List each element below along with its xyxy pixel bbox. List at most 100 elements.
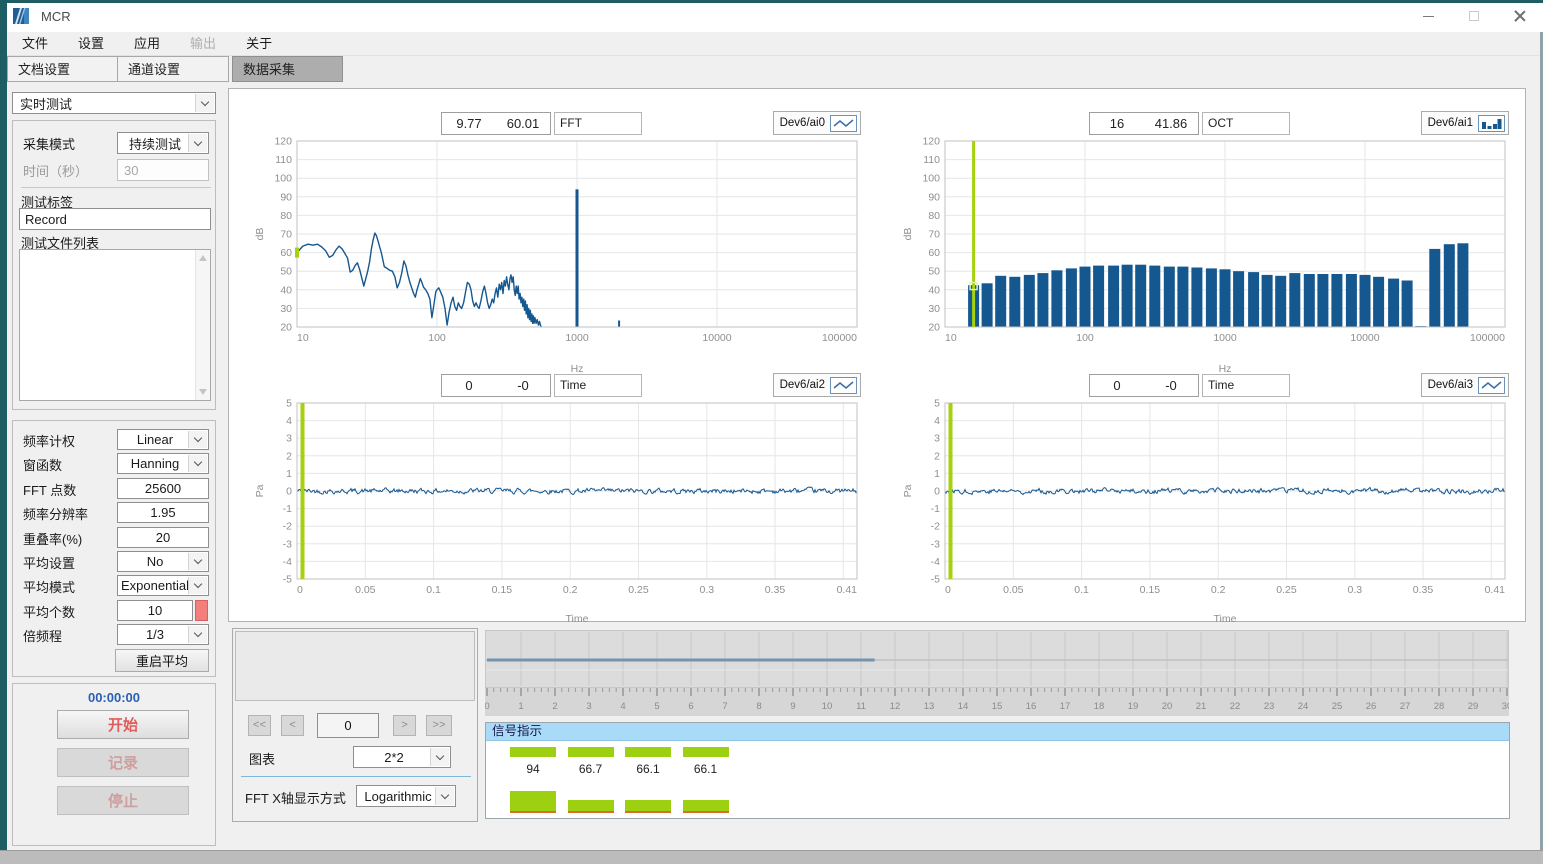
restart-average-button[interactable]: 重启平均 <box>115 649 209 672</box>
signal-value-1: 66.7 <box>568 762 614 776</box>
svg-text:8: 8 <box>756 701 761 712</box>
signal-level-bar-top-0 <box>510 747 556 757</box>
setting-select-5[interactable]: No <box>117 551 209 572</box>
chart-header: 1641.86OCTDev6/ai1 <box>877 111 1525 135</box>
setting-row-2: FFT 点数 <box>13 477 215 501</box>
prev-page-button[interactable]: < <box>281 715 304 736</box>
start-button[interactable]: 开始 <box>57 710 189 739</box>
tab-0[interactable]: 文档设置 <box>7 56 118 82</box>
svg-text:2: 2 <box>934 450 940 462</box>
svg-text:17: 17 <box>1060 701 1071 712</box>
oct-chart-plot[interactable]: 2030405060708090100110120101001000100001… <box>897 135 1523 377</box>
channel-selector-button[interactable]: Dev6/ai1 <box>1421 111 1509 135</box>
maximize-button[interactable] <box>1451 0 1497 32</box>
acquisition-mode-value: 持续测试 <box>129 134 197 153</box>
signal-clip-baseline-0 <box>510 811 556 813</box>
acquisition-mode-select[interactable]: 持续测试 <box>117 132 209 154</box>
fft-chart-plot[interactable]: 2030405060708090100110120101001000100001… <box>249 135 875 377</box>
setting-select-0[interactable]: Linear <box>117 429 209 450</box>
minimize-button[interactable] <box>1405 0 1451 32</box>
svg-text:-1: -1 <box>283 503 292 515</box>
menu-item-1[interactable]: 设置 <box>63 32 119 56</box>
svg-text:6: 6 <box>688 701 693 712</box>
menu-item-0[interactable]: 文件 <box>7 32 63 56</box>
svg-text:0.2: 0.2 <box>563 584 578 596</box>
svg-text:30: 30 <box>280 303 292 315</box>
chart-cell-Dev6-ai1: 1641.86OCTDev6/ai12030405060708090100110… <box>877 89 1525 357</box>
first-page-button[interactable]: << <box>248 715 271 736</box>
chart-type-field[interactable]: FFT <box>554 112 642 135</box>
test-file-list[interactable] <box>19 249 211 401</box>
tab-1[interactable]: 通道设置 <box>118 56 229 82</box>
app-logo-icon <box>12 6 32 26</box>
charts-panel: 9.7760.01FFTDev6/ai020304050607080901001… <box>228 88 1526 622</box>
signal-level-bar-bottom-2 <box>625 800 671 811</box>
cursor-y-value: 41.86 <box>1144 113 1198 134</box>
window-frame-left <box>0 0 7 852</box>
svg-text:1: 1 <box>934 468 940 480</box>
cursor-y-value: 60.01 <box>496 113 550 134</box>
time-chart-plot[interactable]: -5-4-3-2-101234500.050.10.150.20.250.30.… <box>249 397 875 627</box>
close-button[interactable] <box>1497 0 1543 32</box>
tab-2[interactable]: 数据采集 <box>232 56 343 82</box>
scroll-down-icon[interactable] <box>199 389 207 395</box>
svg-text:26: 26 <box>1366 701 1377 712</box>
timeline-ruler[interactable]: 0123456789101112131415161718192021222324… <box>485 630 1509 716</box>
svg-text:21: 21 <box>1196 701 1207 712</box>
chart-layout-select[interactable]: 2*2 <box>353 746 451 768</box>
setting-row-3: 频率分辨率 <box>13 501 215 525</box>
scroll-up-icon[interactable] <box>199 255 207 261</box>
test-mode-select[interactable]: 实时测试 <box>12 92 216 114</box>
setting-select-6[interactable]: Exponential <box>117 575 209 596</box>
menu-item-2[interactable]: 应用 <box>119 32 175 56</box>
maximize-icon <box>1469 11 1479 21</box>
test-mode-value: 实时测试 <box>13 94 88 113</box>
setting-row-7: 平均个数 <box>13 599 215 623</box>
setting-label: 平均个数 <box>23 602 75 621</box>
svg-text:0.05: 0.05 <box>1003 584 1024 596</box>
test-label-input[interactable] <box>19 208 211 230</box>
next-page-button[interactable]: > <box>393 715 416 736</box>
setting-input-3[interactable] <box>117 502 209 523</box>
chart-type-field[interactable]: Time <box>1202 374 1290 397</box>
svg-text:20: 20 <box>1162 701 1173 712</box>
setting-input-2[interactable] <box>117 478 209 499</box>
setting-row-5: 平均设置No <box>13 550 215 574</box>
cursor-readout: 0-0 <box>1089 374 1199 397</box>
chevron-down-icon <box>430 748 449 766</box>
signal-level-bar-bottom-1 <box>568 800 614 811</box>
setting-input-7[interactable] <box>117 600 193 621</box>
svg-text:30: 30 <box>1502 701 1509 712</box>
last-page-button[interactable]: >> <box>426 715 452 736</box>
time-chart-plot[interactable]: -5-4-3-2-101234500.050.10.150.20.250.30.… <box>897 397 1523 627</box>
page-index-field[interactable]: 0 <box>317 713 379 738</box>
channel-selector-button[interactable]: Dev6/ai2 <box>773 373 861 397</box>
channel-selector-button[interactable]: Dev6/ai0 <box>773 111 861 135</box>
channel-selector-button[interactable]: Dev6/ai3 <box>1421 373 1509 397</box>
chart-type-field[interactable]: Time <box>554 374 642 397</box>
svg-text:Time: Time <box>1214 613 1237 625</box>
svg-text:0: 0 <box>945 584 951 596</box>
svg-text:-4: -4 <box>931 556 940 568</box>
svg-text:0.41: 0.41 <box>837 584 858 596</box>
svg-text:10: 10 <box>822 701 833 712</box>
setting-input-4[interactable] <box>117 527 209 548</box>
svg-text:0.25: 0.25 <box>1276 584 1297 596</box>
scrollbar[interactable] <box>195 250 210 400</box>
chevron-down-icon <box>435 787 454 805</box>
svg-text:1: 1 <box>518 701 523 712</box>
svg-text:0.15: 0.15 <box>1140 584 1161 596</box>
svg-text:110: 110 <box>275 154 292 166</box>
channel-name: Dev6/ai2 <box>780 379 825 391</box>
fft-xaxis-select[interactable]: Logarithmic <box>356 785 456 807</box>
chart-type-field[interactable]: OCT <box>1202 112 1290 135</box>
setting-select-8[interactable]: 1/3 <box>117 624 209 645</box>
svg-text:0: 0 <box>934 486 940 498</box>
menu-item-4[interactable]: 关于 <box>231 32 287 56</box>
svg-text:29: 29 <box>1468 701 1479 712</box>
svg-text:4: 4 <box>286 415 292 427</box>
cursor-x-value: 0 <box>1090 375 1144 396</box>
svg-text:0: 0 <box>286 486 292 498</box>
setting-select-1[interactable]: Hanning <box>117 453 209 474</box>
record-timeline[interactable]: 0123456789101112131415161718192021222324… <box>485 630 1509 716</box>
